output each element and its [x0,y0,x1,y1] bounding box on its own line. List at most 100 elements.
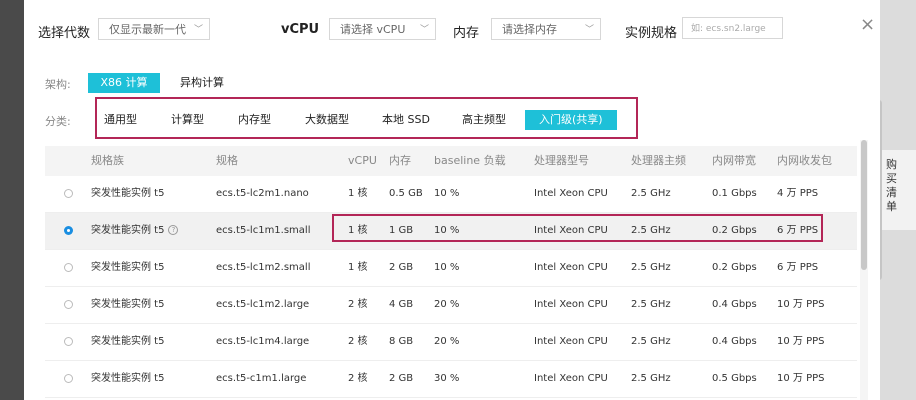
close-icon[interactable]: × [860,14,875,35]
cell-pps: 6 万 PPS [777,262,819,273]
cell-spec: ecs.t5-lc2m1.nano [216,188,309,199]
row-radio[interactable] [64,337,73,346]
arch-label: 架构: [45,78,71,91]
col-cpu-freq: 处理器主频 [631,154,686,167]
memory-select-placeholder: 请选择内存 [502,23,557,36]
vcpu-label: vCPU [281,22,320,37]
generation-select[interactable]: 仅显示最新一代 ﹀ [98,18,210,40]
arch-option-x86[interactable]: X86 计算 [88,73,160,93]
instance-table: 规格族 规格 vCPU 内存 baseline 负载 处理器型号 处理器主频 内… [45,146,857,398]
category-big-data[interactable]: 大数据型 [297,110,357,130]
table-row[interactable]: 突发性能实例 t5 ecs.t5-lc1m2.small 1 核 2 GB 10… [45,250,857,287]
cell-family: 突发性能实例 t5 [91,188,165,199]
cell-family: 突发性能实例 t5 [91,336,165,347]
col-bandwidth: 内网带宽 [712,154,756,167]
cell-cpu-freq: 2.5 GHz [631,336,671,347]
category-entry-level[interactable]: 入门级(共享) [525,110,617,130]
category-option-label: 高主频型 [462,113,506,126]
category-compute[interactable]: 计算型 [163,110,212,130]
table-row[interactable]: 突发性能实例 t5 ecs.t5-c1m1.large 2 核 2 GB 30 … [45,361,857,398]
cell-memory: 8 GB [389,336,414,347]
cell-vcpu: 2 核 [348,336,368,347]
col-vcpu: vCPU [348,154,377,167]
generation-label: 选择代数 [38,26,91,41]
row-radio-checked[interactable] [64,226,73,235]
cell-spec: ecs.t5-lc1m1.small [216,225,311,236]
cell-memory: 2 GB [389,262,414,273]
cell-cpu-freq: 2.5 GHz [631,225,671,236]
cell-pps: 10 万 PPS [777,336,825,347]
cell-family: 突发性能实例 t5 [91,262,165,273]
cart-char: 单 [886,200,897,213]
cell-cpu-model: Intel Xeon CPU [534,299,608,310]
spec-input[interactable]: 如: ecs.sn2.large [682,17,783,39]
table-row[interactable]: 突发性能实例 t5 ecs.t5-lc2m1.nano 1 核 0.5 GB 1… [45,176,857,213]
cell-cpu-model: Intel Xeon CPU [534,373,608,384]
category-memory[interactable]: 内存型 [230,110,279,130]
category-option-label: 入门级(共享) [539,113,603,126]
cell-cpu-freq: 2.5 GHz [631,262,671,273]
cell-bandwidth: 0.4 Gbps [712,336,757,347]
cell-baseline: 10 % [434,262,460,273]
arch-option-heterogeneous[interactable]: 异构计算 [172,73,232,93]
arch-option-label: X86 计算 [100,76,148,89]
memory-select[interactable]: 请选择内存 ﹀ [491,18,601,40]
table-row[interactable]: 突发性能实例 t5 ecs.t5-lc1m4.large 2 核 8 GB 20… [45,324,857,361]
cell-memory: 0.5 GB [389,188,423,199]
cell-memory: 4 GB [389,299,414,310]
table-scrollbar-thumb[interactable] [861,140,867,270]
cell-cpu-model: Intel Xeon CPU [534,188,608,199]
cell-vcpu: 1 核 [348,262,368,273]
cart-char: 清 [886,186,897,199]
cell-baseline: 20 % [434,336,460,347]
category-high-frequency[interactable]: 高主频型 [454,110,514,130]
table-row-selected[interactable]: 突发性能实例 t5? ecs.t5-lc1m1.small 1 核 1 GB 1… [45,213,857,250]
row-radio[interactable] [64,189,73,198]
col-spec: 规格 [216,154,238,167]
category-option-label: 通用型 [104,113,137,126]
col-family: 规格族 [91,154,124,167]
row-radio[interactable] [64,374,73,383]
cell-cpu-freq: 2.5 GHz [631,373,671,384]
spec-label: 实例规格 [625,26,678,41]
cell-baseline: 20 % [434,299,460,310]
cart-char: 买 [886,172,897,185]
help-icon[interactable]: ? [168,225,179,235]
cell-pps: 6 万 PPS [777,225,819,236]
col-pps: 内网收发包 [777,154,832,167]
cell-spec: ecs.t5-lc1m4.large [216,336,310,347]
cell-baseline: 10 % [434,188,460,199]
cell-vcpu: 2 核 [348,373,368,384]
cell-pps: 4 万 PPS [777,188,819,199]
cell-cpu-model: Intel Xeon CPU [534,336,608,347]
row-radio[interactable] [64,263,73,272]
spec-input-placeholder: 如: ecs.sn2.large [691,24,766,34]
background-cart-card[interactable]: 购 买 清 单 [880,150,916,230]
cell-baseline: 30 % [434,373,460,384]
category-option-label: 大数据型 [305,113,349,126]
category-option-label: 内存型 [238,113,271,126]
generation-select-value: 仅显示最新一代 [109,23,186,36]
chevron-down-icon: ﹀ [419,25,429,35]
cell-memory: 1 GB [389,225,414,236]
cell-cpu-freq: 2.5 GHz [631,299,671,310]
row-radio[interactable] [64,300,73,309]
memory-label: 内存 [453,26,480,41]
vcpu-select[interactable]: 请选择 vCPU ﹀ [329,18,436,40]
col-cpu-model: 处理器型号 [534,154,589,167]
category-option-label: 计算型 [171,113,204,126]
instance-spec-dialog: 选择代数 仅显示最新一代 ﹀ vCPU 请选择 vCPU ﹀ 内存 请选择内存 … [24,0,880,400]
vcpu-select-placeholder: 请选择 vCPU [340,23,406,36]
category-local-ssd[interactable]: 本地 SSD [374,110,438,130]
table-row[interactable]: 突发性能实例 t5 ecs.t5-lc1m2.large 2 核 4 GB 20… [45,287,857,324]
cell-bandwidth: 0.4 Gbps [712,299,757,310]
cell-family-wrap: 突发性能实例 t5? [91,213,179,249]
cell-vcpu: 1 核 [348,225,368,236]
cell-baseline: 10 % [434,225,460,236]
cart-char: 购 [886,158,897,171]
cell-pps: 10 万 PPS [777,299,825,310]
cell-spec: ecs.t5-c1m1.large [216,373,307,384]
cell-spec: ecs.t5-lc1m2.small [216,262,311,273]
cell-bandwidth: 0.5 Gbps [712,373,757,384]
category-general[interactable]: 通用型 [96,110,145,130]
